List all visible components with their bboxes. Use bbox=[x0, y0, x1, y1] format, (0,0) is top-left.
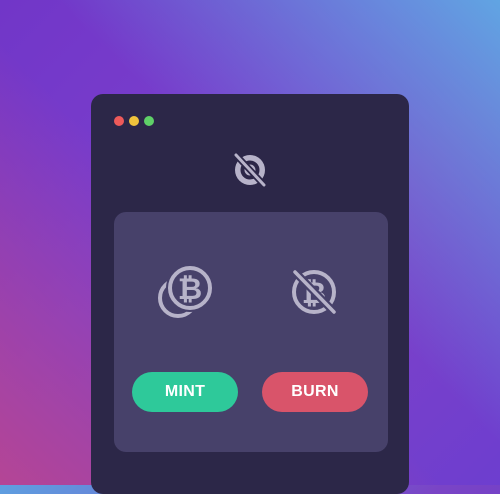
maximize-window-button[interactable] bbox=[144, 116, 154, 126]
app-logo-icon bbox=[232, 152, 268, 188]
mint-button[interactable]: MINT bbox=[132, 372, 238, 412]
minimize-window-button[interactable] bbox=[129, 116, 139, 126]
bitcoin-coins-icon: ₿ bbox=[158, 264, 214, 318]
app-window: ₿ ₿ MINT BURN bbox=[91, 94, 409, 494]
close-window-button[interactable] bbox=[114, 116, 124, 126]
mint-burn-card: ₿ ₿ MINT BURN bbox=[114, 212, 388, 452]
bitcoin-crossed-icon: ₿ bbox=[291, 268, 338, 316]
window-controls bbox=[114, 116, 154, 126]
burn-button[interactable]: BURN bbox=[262, 372, 368, 412]
svg-text:₿: ₿ bbox=[178, 273, 202, 306]
